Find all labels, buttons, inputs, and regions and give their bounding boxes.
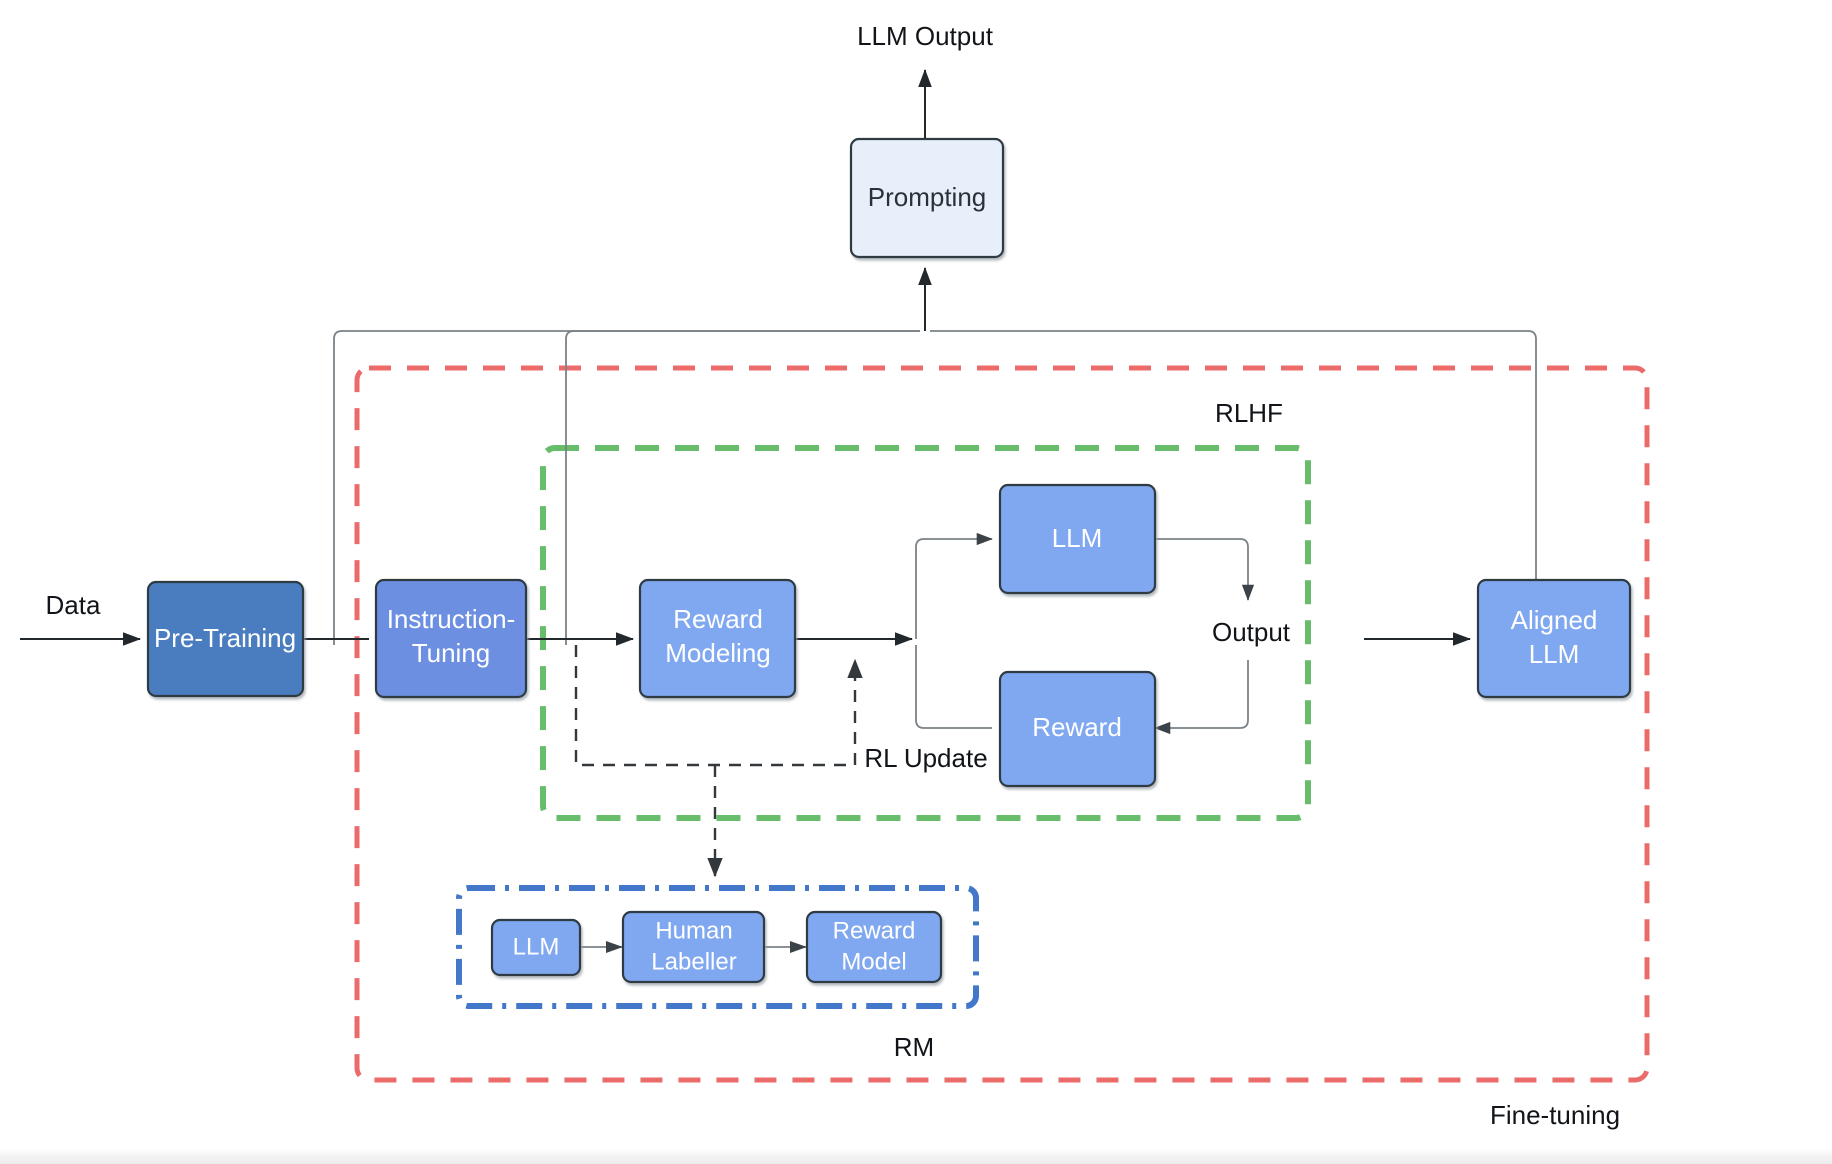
node-rm-reward-model-label-line2: Model (841, 948, 906, 975)
node-instruction-tuning-label-line2: Tuning (412, 638, 491, 668)
node-rm-llm[interactable]: LLM (490, 918, 582, 977)
node-instruction-tuning-label-line1: Instruction- (387, 604, 516, 634)
node-reward-label: Reward (1032, 712, 1122, 742)
label-llm-output: LLM Output (857, 21, 994, 51)
diagram-canvas: Pre-Training Instruction- Tuning Reward … (0, 0, 1832, 1164)
label-rl-update: RL Update (864, 743, 987, 773)
label-group-rm: RM (894, 1032, 934, 1062)
node-aligned-llm[interactable]: Aligned LLM (1476, 578, 1632, 699)
page-bottom-edge (0, 1148, 1832, 1164)
arrow-loop-to-llm (915, 532, 993, 639)
node-aligned-llm-label-line1: Aligned (1511, 605, 1598, 635)
node-prompting-label: Prompting (868, 182, 987, 212)
label-group-fine-tuning: Fine-tuning (1490, 1100, 1620, 1130)
node-rm-reward-model[interactable]: Reward Model (805, 910, 943, 984)
node-rm-llm-label: LLM (513, 933, 560, 960)
label-output: Output (1212, 617, 1291, 647)
label-data: Data (46, 590, 101, 620)
arrow-output-to-reward (1154, 660, 1249, 735)
node-rm-reward-model-label-line1: Reward (833, 917, 916, 944)
label-group-rlhf: RLHF (1215, 398, 1283, 428)
node-reward-modeling-label-line2: Modeling (665, 638, 771, 668)
node-prompting[interactable]: Prompting (849, 137, 1005, 259)
node-rm-human-labeller-label-line1: Human (655, 917, 732, 944)
arrow-reward-back-to-loop (915, 645, 992, 729)
node-reward-modeling-label-line1: Reward (673, 604, 763, 634)
node-llm-rl-label: LLM (1052, 523, 1103, 553)
rlhf-pipeline-diagram: Pre-Training Instruction- Tuning Reward … (20, 21, 1650, 1130)
node-instruction-tuning[interactable]: Instruction- Tuning (374, 578, 528, 699)
node-rm-human-labeller[interactable]: Human Labeller (621, 910, 766, 984)
node-reward-modeling[interactable]: Reward Modeling (638, 578, 797, 699)
node-aligned-llm-label-line2: LLM (1529, 639, 1580, 669)
arrow-llm-to-output (1147, 538, 1255, 601)
node-llm-rl[interactable]: LLM (998, 483, 1157, 595)
node-pretraining-label: Pre-Training (154, 623, 296, 653)
node-reward[interactable]: Reward (998, 670, 1157, 788)
node-rm-human-labeller-label-line2: Labeller (651, 948, 736, 975)
node-pretraining[interactable]: Pre-Training (146, 580, 305, 698)
